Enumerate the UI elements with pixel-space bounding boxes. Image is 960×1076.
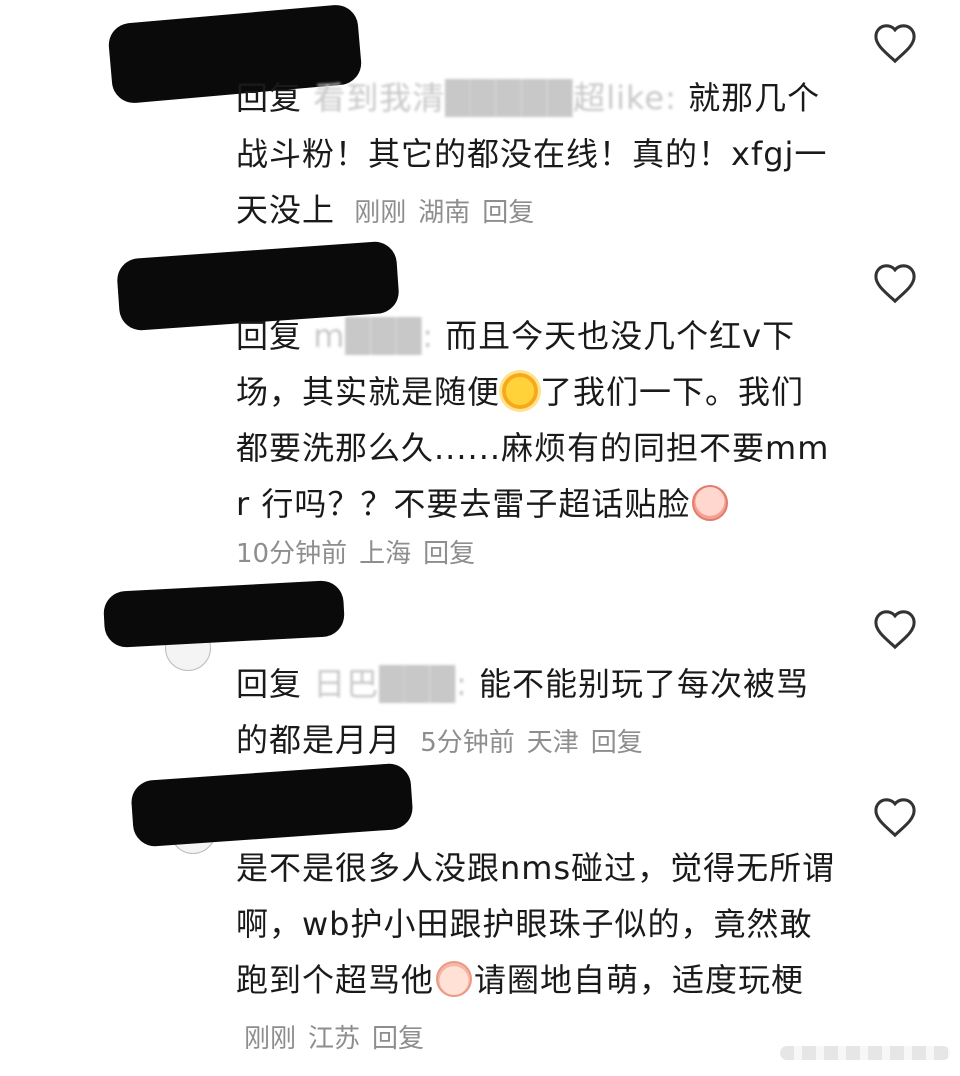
timestamp: 刚刚 [354,198,407,228]
reply-button[interactable]: 回复 [482,198,534,228]
timestamp: 10分钟前 [236,539,348,569]
mentioned-user[interactable]: m███: [313,317,434,355]
comment-meta: 5分钟前 天津 回复 [420,728,655,758]
reply-button[interactable]: 回复 [372,1024,424,1054]
comment-text: 回复 日巴███: 能不能别玩了每次被骂的都是月月 5分钟前 天津 回复 [236,656,836,771]
cute-face-emoji-icon [436,961,473,997]
username-redaction [102,579,346,649]
like-heart-icon[interactable] [872,608,922,654]
username-redaction [130,762,414,848]
reply-prefix[interactable]: 回复 [236,79,302,117]
reply-button[interactable]: 回复 [591,728,643,758]
like-heart-icon[interactable] [872,262,922,308]
timestamp: 5分钟前 [420,728,515,758]
sun-emoji-icon [502,373,539,409]
comment-meta: 刚刚 湖南 回复 [354,198,546,228]
comment-text: 是不是很多人没跟nms碰过，觉得无所谓啊，wb护小田跟护眼珠子似的，竟然敢跑到个… [236,840,836,1067]
location: 上海 [359,539,412,569]
reply-prefix[interactable]: 回复 [236,665,302,703]
comment-meta: 10分钟前 上海 回复 [236,534,487,574]
timestamp: 刚刚 [244,1024,297,1054]
comment-meta: 刚刚 江苏 回复 [244,1024,436,1054]
watermark-bar [780,1046,950,1060]
mentioned-user[interactable]: 看到我清█████超like: [313,79,677,117]
like-heart-icon[interactable] [872,22,922,68]
like-heart-icon[interactable] [872,796,922,842]
crying-face-emoji-icon [692,485,729,521]
reply-button[interactable]: 回复 [423,539,475,569]
mentioned-user[interactable]: 日巴███: [313,665,468,703]
comment-body-part-2: 请圈地自萌，适度玩梗 [474,961,805,999]
location: 江苏 [308,1024,361,1054]
location: 天津 [526,728,579,758]
comment-text: 回复 m███: 而且今天也没几个红v下场，其实就是随便 了我们一下。我们都要洗那… [236,308,836,532]
comment-text: 回复 看到我清█████超like: 就那几个战斗粉！其它的都没在线！真的！xf… [236,70,836,241]
reply-prefix[interactable]: 回复 [236,317,302,355]
location: 湖南 [418,198,471,228]
